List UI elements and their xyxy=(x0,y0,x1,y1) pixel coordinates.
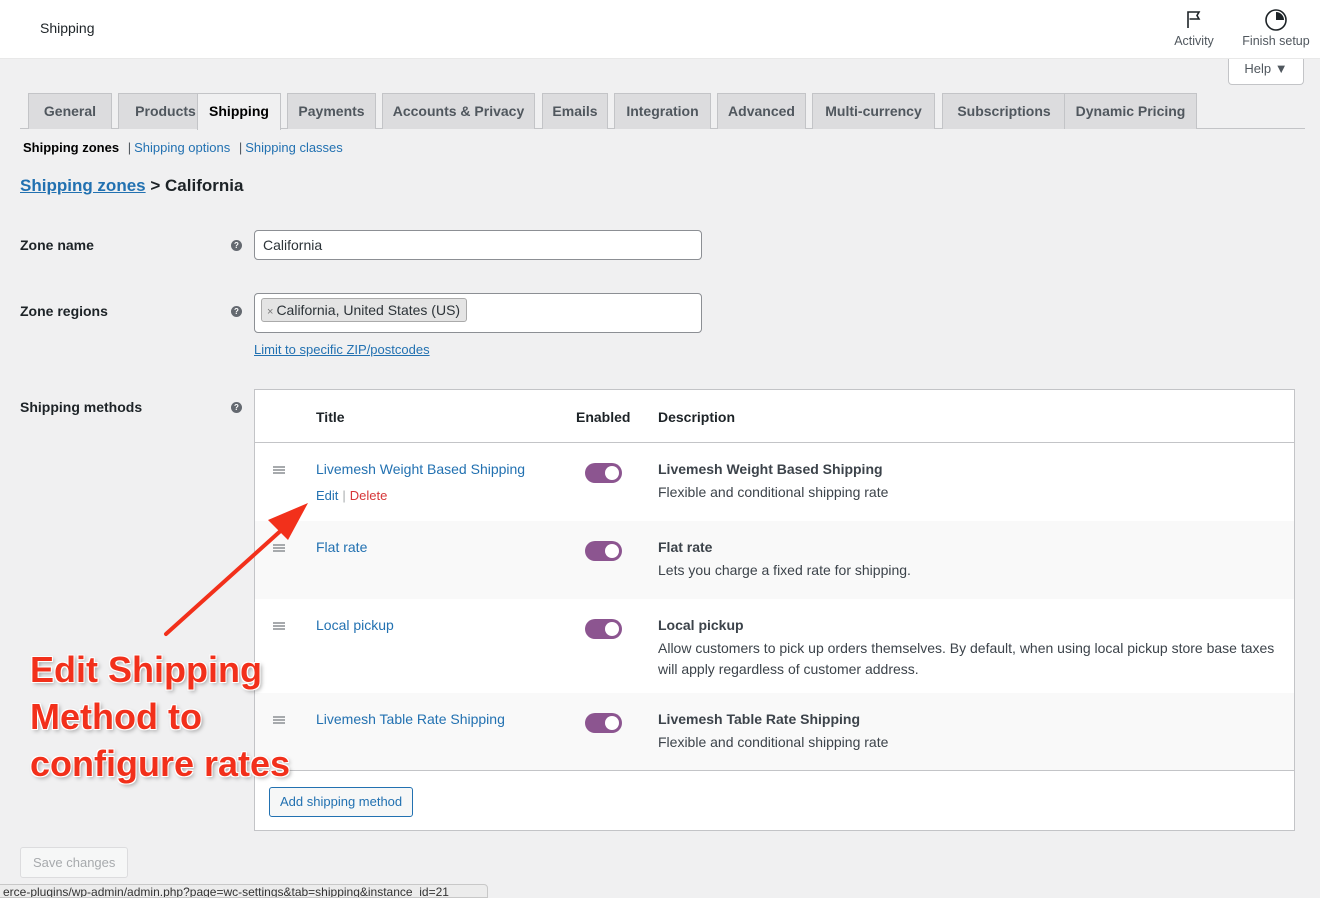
subnav-separator: | xyxy=(127,140,132,155)
region-chip: × California, United States (US) xyxy=(261,298,468,322)
drag-handle-icon[interactable] xyxy=(273,466,285,474)
zone-name-input[interactable] xyxy=(254,230,702,260)
subnav-shipping-classes[interactable]: Shipping classes xyxy=(245,140,343,155)
annotation-line: configure rates xyxy=(30,743,291,784)
zone-regions-label: Zone regions xyxy=(20,303,108,319)
limit-postcodes-link[interactable]: Limit to specific ZIP/postcodes xyxy=(254,342,430,357)
table-row: Livemesh Table Rate Shipping Livemesh Ta… xyxy=(255,693,1294,771)
tab-integration[interactable]: Integration xyxy=(614,93,711,129)
breadcrumb: Shipping zones > California xyxy=(20,176,243,196)
tab-emails[interactable]: Emails xyxy=(542,93,608,129)
activity-button[interactable]: Activity xyxy=(1166,8,1222,48)
settings-tabs: General Products Shipping Payments Accou… xyxy=(20,93,1305,130)
enabled-toggle[interactable] xyxy=(585,463,622,483)
help-dropdown[interactable]: Help ▼ xyxy=(1228,59,1304,85)
activity-label: Activity xyxy=(1174,34,1214,48)
method-title-link[interactable]: Livemesh Table Rate Shipping xyxy=(316,711,505,727)
table-row: Flat rate Flat rate Lets you charge a fi… xyxy=(255,521,1294,599)
table-header: Title Enabled Description xyxy=(255,390,1294,443)
save-changes-button[interactable]: Save changes xyxy=(20,847,129,878)
tab-general[interactable]: General xyxy=(28,93,112,129)
shipping-subnav: Shipping zones | Shipping options | Shippi… xyxy=(23,140,343,155)
page-title: Shipping xyxy=(40,20,95,36)
subnav-shipping-options[interactable]: Shipping options xyxy=(134,140,230,155)
tab-subscriptions[interactable]: Subscriptions xyxy=(942,93,1066,129)
tab-payments[interactable]: Payments xyxy=(287,93,376,129)
column-enabled: Enabled xyxy=(576,409,631,425)
method-description-title: Local pickup xyxy=(658,617,744,633)
tab-shipping[interactable]: Shipping xyxy=(197,93,281,130)
method-description-title: Livemesh Table Rate Shipping xyxy=(658,711,861,727)
progress-circle-icon xyxy=(1234,8,1318,32)
method-title-link[interactable]: Flat rate xyxy=(316,539,367,555)
enabled-toggle[interactable] xyxy=(585,619,622,639)
help-tip-icon[interactable]: ? xyxy=(231,402,242,413)
finish-setup-label: Finish setup xyxy=(1242,34,1310,48)
top-header: Shipping Activity Finish setup xyxy=(0,0,1320,59)
help-tip-icon[interactable]: ? xyxy=(231,240,242,251)
drag-handle-icon[interactable] xyxy=(273,622,285,630)
flag-icon xyxy=(1166,8,1222,32)
zone-regions-select[interactable]: × California, United States (US) xyxy=(254,293,702,333)
column-title: Title xyxy=(316,409,345,425)
method-description-text: Flexible and conditional shipping rate xyxy=(658,734,889,750)
row-actions: Edit | Delete xyxy=(316,488,387,503)
tab-advanced[interactable]: Advanced xyxy=(717,93,806,129)
column-description: Description xyxy=(658,409,736,425)
subnav-shipping-zones[interactable]: Shipping zones xyxy=(23,140,119,155)
annotation-line: Edit Shipping xyxy=(30,649,262,690)
tab-dynamic-pricing[interactable]: Dynamic Pricing xyxy=(1064,93,1197,129)
subnav-separator: | xyxy=(238,140,243,155)
shipping-methods-label: Shipping methods xyxy=(20,399,143,415)
method-description-title: Livemesh Weight Based Shipping xyxy=(658,461,883,477)
shipping-methods-table: Title Enabled Description Livemesh Weigh… xyxy=(254,389,1295,831)
breadcrumb-separator: > xyxy=(150,176,161,195)
breadcrumb-shipping-zones-link[interactable]: Shipping zones xyxy=(20,176,146,195)
method-title-link[interactable]: Local pickup xyxy=(316,617,394,633)
tab-multi-currency[interactable]: Multi-currency xyxy=(812,93,935,129)
remove-region-icon[interactable]: × xyxy=(267,306,273,318)
method-description-title: Flat rate xyxy=(658,539,713,555)
table-row: Livemesh Weight Based Shipping Edit | Dele… xyxy=(255,443,1294,521)
drag-handle-icon[interactable] xyxy=(273,544,285,552)
actions-separator: | xyxy=(342,488,346,503)
region-chip-label: California, United States (US) xyxy=(276,302,461,318)
method-description-text: Allow customers to pick up orders themse… xyxy=(658,640,1275,677)
breadcrumb-current: California xyxy=(165,176,244,195)
enabled-toggle[interactable] xyxy=(585,541,622,561)
help-tip-icon[interactable]: ? xyxy=(231,306,242,317)
tab-accounts-privacy[interactable]: Accounts & Privacy xyxy=(382,93,535,129)
annotation-line: Method to xyxy=(30,696,202,737)
method-description-text: Lets you charge a fixed rate for shippin… xyxy=(658,562,911,578)
enabled-toggle[interactable] xyxy=(585,713,622,733)
delete-link[interactable]: Delete xyxy=(350,488,388,503)
edit-link[interactable]: Edit xyxy=(316,488,338,503)
finish-setup-button[interactable]: Finish setup xyxy=(1234,8,1318,48)
method-title-link[interactable]: Livemesh Weight Based Shipping xyxy=(316,461,525,477)
zone-name-label: Zone name xyxy=(20,237,94,253)
method-description-text: Flexible and conditional shipping rate xyxy=(658,484,889,500)
annotation-callout: Edit Shipping Method to configure rates xyxy=(30,646,330,787)
add-shipping-method-button[interactable]: Add shipping method xyxy=(269,787,414,817)
table-row: Local pickup Local pickup Allow customer… xyxy=(255,599,1294,693)
